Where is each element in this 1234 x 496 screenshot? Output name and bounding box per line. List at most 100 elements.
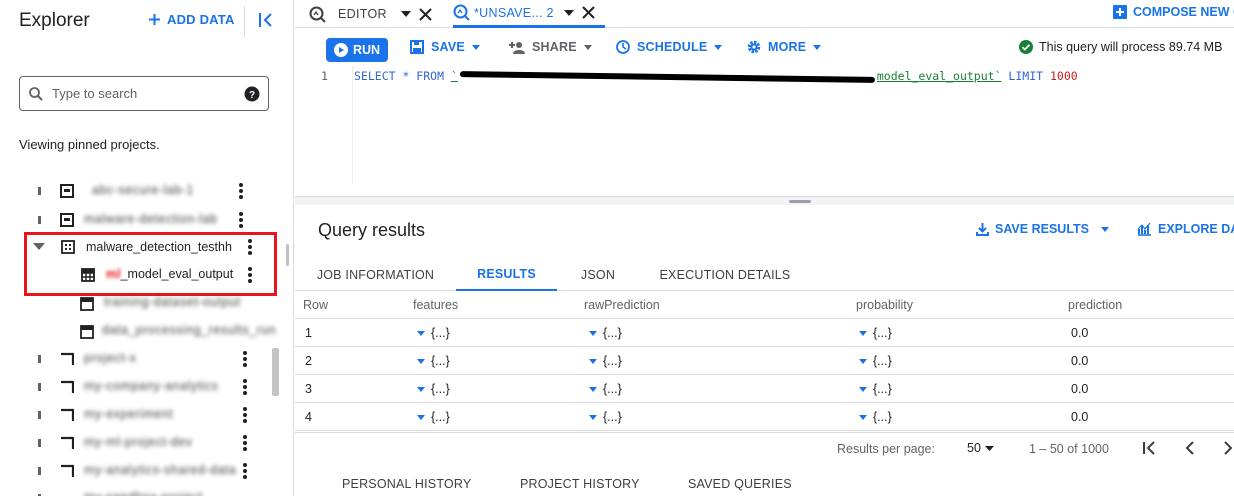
cell-expandable[interactable]: {...} xyxy=(417,326,450,340)
tree-item-table[interactable]: training-dataset-output xyxy=(0,289,282,317)
cell-expandable[interactable]: {...} xyxy=(417,410,450,424)
add-data-button[interactable]: ADD DATA xyxy=(148,12,235,27)
previous-page-icon[interactable] xyxy=(1184,441,1196,455)
first-page-icon[interactable] xyxy=(1142,441,1156,455)
cell-expandable[interactable]: {...} xyxy=(859,382,892,396)
cell-expandable[interactable]: {...} xyxy=(859,410,892,424)
tree-item-project[interactable]: my-sandbox-project xyxy=(0,484,282,496)
tab-project-history[interactable]: PROJECT HISTORY xyxy=(520,477,640,491)
tree-item-label: project-x xyxy=(84,351,137,365)
sql-table-reference[interactable]: ` model_eval_output` xyxy=(451,69,1002,83)
chevron-down-icon[interactable] xyxy=(563,9,574,16)
expand-caret-icon[interactable] xyxy=(859,330,867,336)
more-options-icon[interactable] xyxy=(243,435,247,451)
tree-item-project[interactable]: my-ml-project-dev xyxy=(0,429,282,457)
tree-item-project[interactable]: my-analytics-shared-data xyxy=(0,457,282,485)
table-icon xyxy=(80,325,94,339)
more-options-icon[interactable] xyxy=(243,351,247,367)
code-line[interactable]: SELECT * FROM ` model_eval_output` LIMIT … xyxy=(354,69,1078,83)
tree-expander-icon[interactable] xyxy=(38,411,41,419)
clock-icon xyxy=(616,40,630,54)
close-icon[interactable] xyxy=(419,7,432,21)
project-icon xyxy=(61,408,74,421)
cell-expandable[interactable]: {...} xyxy=(859,354,892,368)
next-page-icon[interactable] xyxy=(1222,441,1232,455)
expand-caret-icon[interactable] xyxy=(859,358,867,364)
tab-job-information[interactable]: JOB INFORMATION xyxy=(295,258,456,291)
column-header-prediction: prediction xyxy=(1068,298,1123,312)
expand-caret-icon[interactable] xyxy=(589,330,597,336)
cell-expandable[interactable]: {...} xyxy=(589,354,622,368)
explore-data-button[interactable]: EXPLORE DATA xyxy=(1137,222,1234,236)
cell-expandable[interactable]: {...} xyxy=(589,382,622,396)
plus-icon xyxy=(149,14,160,25)
expand-caret-icon[interactable] xyxy=(589,414,597,420)
schedule-button[interactable]: SCHEDULE xyxy=(616,40,723,54)
more-options-icon[interactable] xyxy=(243,463,247,479)
compose-new-query-button[interactable]: COMPOSE NEW Q xyxy=(1113,5,1234,19)
results-per-page-select[interactable]: 50 xyxy=(967,441,994,455)
tab-execution-details[interactable]: EXECUTION DETAILS xyxy=(639,258,811,291)
expand-caret-icon[interactable] xyxy=(859,414,867,420)
tree-expander-icon[interactable] xyxy=(38,216,41,224)
help-icon[interactable]: ? xyxy=(244,86,260,102)
expand-caret-icon[interactable] xyxy=(417,414,425,420)
search-input[interactable] xyxy=(52,86,240,101)
cell-expandable[interactable]: {...} xyxy=(859,326,892,340)
more-button[interactable]: MORE xyxy=(747,40,822,54)
close-icon[interactable] xyxy=(582,6,595,19)
cell-row-number: 2 xyxy=(305,354,312,368)
tree-item-table[interactable]: data_processing_results_run xyxy=(0,317,282,345)
cell-value: {...} xyxy=(431,382,450,396)
more-options-icon[interactable] xyxy=(239,212,243,228)
editor-resize-bar[interactable] xyxy=(295,196,1234,205)
more-options-icon[interactable] xyxy=(239,183,243,199)
expand-caret-icon[interactable] xyxy=(417,386,425,392)
expand-caret-icon[interactable] xyxy=(417,358,425,364)
line-number-gutter: 1 xyxy=(295,66,353,184)
tab-personal-history[interactable]: PERSONAL HISTORY xyxy=(342,477,471,491)
cell-value: {...} xyxy=(603,410,622,424)
tab-unsaved-query[interactable]: *UNSAVE... 2 xyxy=(453,0,605,28)
share-button[interactable]: SHARE xyxy=(507,40,592,54)
tree-item-project[interactable]: malware-detection-lab xyxy=(0,206,282,234)
pagination-range: 1 – 50 of 1000 xyxy=(1029,442,1109,456)
tree-expander-icon[interactable] xyxy=(38,467,41,475)
more-options-icon[interactable] xyxy=(243,379,247,395)
tab-editor[interactable]: EDITOR xyxy=(309,0,432,28)
collapse-sidebar-button[interactable] xyxy=(258,11,274,29)
tree-item-project[interactable]: my-company-analytics xyxy=(0,373,282,401)
tree-expander-icon[interactable] xyxy=(38,355,41,363)
tree-expander-icon[interactable] xyxy=(38,439,41,447)
tree-expander-icon[interactable] xyxy=(38,187,41,195)
cell-expandable[interactable]: {...} xyxy=(417,354,450,368)
expand-caret-icon[interactable] xyxy=(417,330,425,336)
more-options-icon[interactable] xyxy=(243,407,247,423)
resize-grip-icon[interactable] xyxy=(789,200,811,203)
tree-expander-icon[interactable] xyxy=(38,383,41,391)
cell-expandable[interactable]: {...} xyxy=(417,382,450,396)
expand-caret-icon[interactable] xyxy=(859,386,867,392)
sidebar-scrollbar-thumb[interactable] xyxy=(272,348,279,396)
tree-item-project[interactable]: project-x xyxy=(0,345,282,373)
tab-saved-queries[interactable]: SAVED QUERIES xyxy=(688,477,792,491)
run-button[interactable]: RUN xyxy=(326,38,388,62)
tree-item-project[interactable]: my-experiment xyxy=(0,401,282,429)
expand-caret-icon[interactable] xyxy=(589,386,597,392)
play-circle-icon xyxy=(333,43,348,57)
save-button[interactable]: SAVE xyxy=(410,40,480,54)
save-results-button[interactable]: SAVE RESULTS xyxy=(976,222,1109,236)
cell-expandable[interactable]: {...} xyxy=(589,326,622,340)
expand-caret-icon[interactable] xyxy=(589,358,597,364)
explorer-sidebar: Explorer ADD DATA ? Viewing pinned proje… xyxy=(0,0,294,496)
cell-value: 0.0 xyxy=(1071,326,1089,340)
chevron-down-icon[interactable] xyxy=(400,11,411,17)
tab-json[interactable]: JSON xyxy=(557,258,639,291)
tree-item-project[interactable]: abc-secure-lab-1 xyxy=(0,177,282,205)
sql-editor[interactable]: 1 SELECT * FROM ` model_eval_output` LIMI… xyxy=(295,66,1234,205)
tab-results[interactable]: RESULTS xyxy=(456,258,557,291)
panel-resize-handle[interactable] xyxy=(286,244,289,266)
cell-expandable[interactable]: {...} xyxy=(589,410,622,424)
chart-icon xyxy=(1137,222,1151,236)
search-box[interactable]: ? xyxy=(19,76,269,111)
